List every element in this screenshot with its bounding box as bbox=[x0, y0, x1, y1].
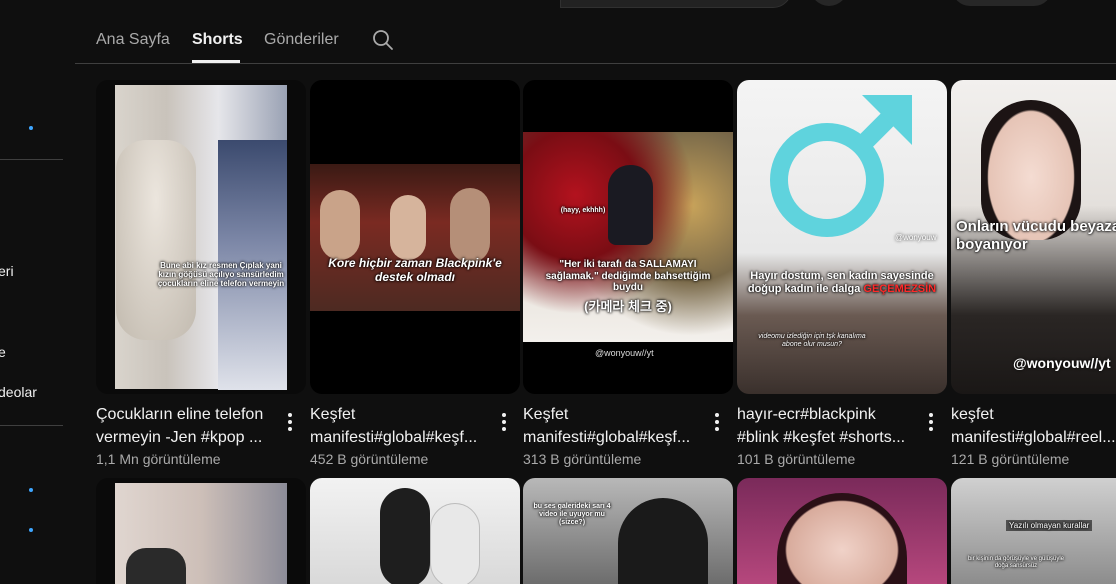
sidebar-divider bbox=[0, 159, 63, 160]
tab-posts[interactable]: Gönderiler bbox=[264, 31, 339, 49]
more-vert-icon[interactable] bbox=[919, 410, 943, 434]
thumbnail-caption: bu ses galerideki sarı 4 video ile uyuyo… bbox=[533, 503, 611, 527]
sidebar-item-partial[interactable]: eri bbox=[0, 263, 14, 279]
thumbnail-caption: Yazılı olmayan kurallar bbox=[1006, 520, 1093, 532]
search-icon[interactable] bbox=[371, 28, 395, 52]
channel-handle: @wonyouw bbox=[895, 233, 937, 242]
short-title[interactable]: keşfet manifesti#global#reel... bbox=[951, 403, 1116, 449]
thumbnail-caption: Bune abi kız resmen Çıplak yani kızın gö… bbox=[157, 261, 285, 289]
thumbnail-small-caption: (hayy, ekhhh) bbox=[560, 207, 606, 214]
short-thumbnail[interactable] bbox=[96, 478, 306, 584]
active-tab-indicator bbox=[192, 60, 240, 63]
view-count: 452 B görüntüleme bbox=[310, 451, 429, 467]
sidebar-new-dot bbox=[29, 126, 33, 130]
sidebar-new-dot bbox=[29, 488, 33, 492]
short-thumbnail[interactable] bbox=[310, 478, 520, 584]
short-thumbnail[interactable]: Bune abi kız resmen Çıplak yani kızın gö… bbox=[96, 80, 306, 394]
thumbnail-small-caption: videomu izlediğin için tşk kanalıma abon… bbox=[758, 333, 866, 349]
youtube-channel-page: eri e deolar Ana Sayfa Shorts Gönderiler… bbox=[0, 0, 1116, 584]
sidebar-item-partial[interactable]: e bbox=[0, 344, 6, 360]
sidebar-item-partial[interactable]: deolar bbox=[0, 384, 37, 400]
thumbnail-caption: Hayır dostum, sen kadın sayesinde doğup … bbox=[747, 270, 937, 295]
short-title[interactable]: hayır-ecr#blackpink #blink #keşfet #shor… bbox=[737, 403, 917, 449]
thumbnail-korean-caption: (카메라 체크 중) bbox=[584, 299, 672, 314]
view-count: 101 B görüntüleme bbox=[737, 451, 856, 467]
tab-shorts[interactable]: Shorts bbox=[192, 31, 243, 49]
view-count: 1,1 Mn görüntüleme bbox=[96, 451, 221, 467]
channel-tabs: Ana Sayfa Shorts Gönderiler bbox=[75, 16, 1116, 64]
channel-handle: @wonyouw//yt bbox=[1013, 355, 1111, 371]
tab-home[interactable]: Ana Sayfa bbox=[96, 31, 170, 49]
sidebar-new-dot bbox=[29, 528, 33, 532]
thumbnail-caption: Kore hiçbir zaman Blackpink'e destek olm… bbox=[328, 256, 502, 284]
view-count: 121 B görüntüleme bbox=[951, 451, 1070, 467]
more-vert-icon[interactable] bbox=[705, 410, 729, 434]
short-thumbnail[interactable]: (hayy, ekhhh) "Her iki tarafı da SALLAMA… bbox=[523, 80, 733, 394]
short-thumbnail[interactable]: Yazılı olmayan kurallar bir kişinin da g… bbox=[951, 478, 1116, 584]
top-search-box[interactable] bbox=[560, 0, 792, 8]
thumbnail-caption: Onların vücudu beyaza boyanıyor bbox=[956, 218, 1116, 253]
more-vert-icon[interactable] bbox=[278, 410, 302, 434]
thumbnail-small-caption: bir kişinin da görüşüyle ve gülüşüyle do… bbox=[967, 556, 1065, 569]
short-thumbnail[interactable]: @wonyouw Hayır dostum, sen kadın sayesin… bbox=[737, 80, 947, 394]
short-title[interactable]: Çocukların eline telefon vermeyin -Jen #… bbox=[96, 403, 276, 449]
short-title[interactable]: Keşfet manifesti#global#keşf... bbox=[523, 403, 703, 449]
channel-handle: @wonyouw//yt bbox=[595, 348, 654, 358]
short-thumbnail[interactable]: Onların vücudu beyaza boyanıyor @wonyouw… bbox=[951, 80, 1116, 394]
create-button[interactable] bbox=[952, 0, 1052, 6]
thumbnail-caption: "Her iki tarafı da SALLAMAYI sağlamak." … bbox=[545, 259, 711, 293]
short-thumbnail[interactable]: Kore hiçbir zaman Blackpink'e destek olm… bbox=[310, 80, 520, 394]
short-title[interactable]: Keşfet manifesti#global#keşf... bbox=[310, 403, 490, 449]
short-thumbnail[interactable] bbox=[737, 478, 947, 584]
sidebar: eri e deolar bbox=[0, 0, 75, 584]
view-count: 313 B görüntüleme bbox=[523, 451, 642, 467]
voice-search-button[interactable] bbox=[810, 0, 848, 6]
short-thumbnail[interactable]: bu ses galerideki sarı 4 video ile uyuyo… bbox=[523, 478, 733, 584]
sidebar-divider bbox=[0, 425, 63, 426]
more-vert-icon[interactable] bbox=[492, 410, 516, 434]
male-symbol-icon bbox=[770, 95, 912, 237]
